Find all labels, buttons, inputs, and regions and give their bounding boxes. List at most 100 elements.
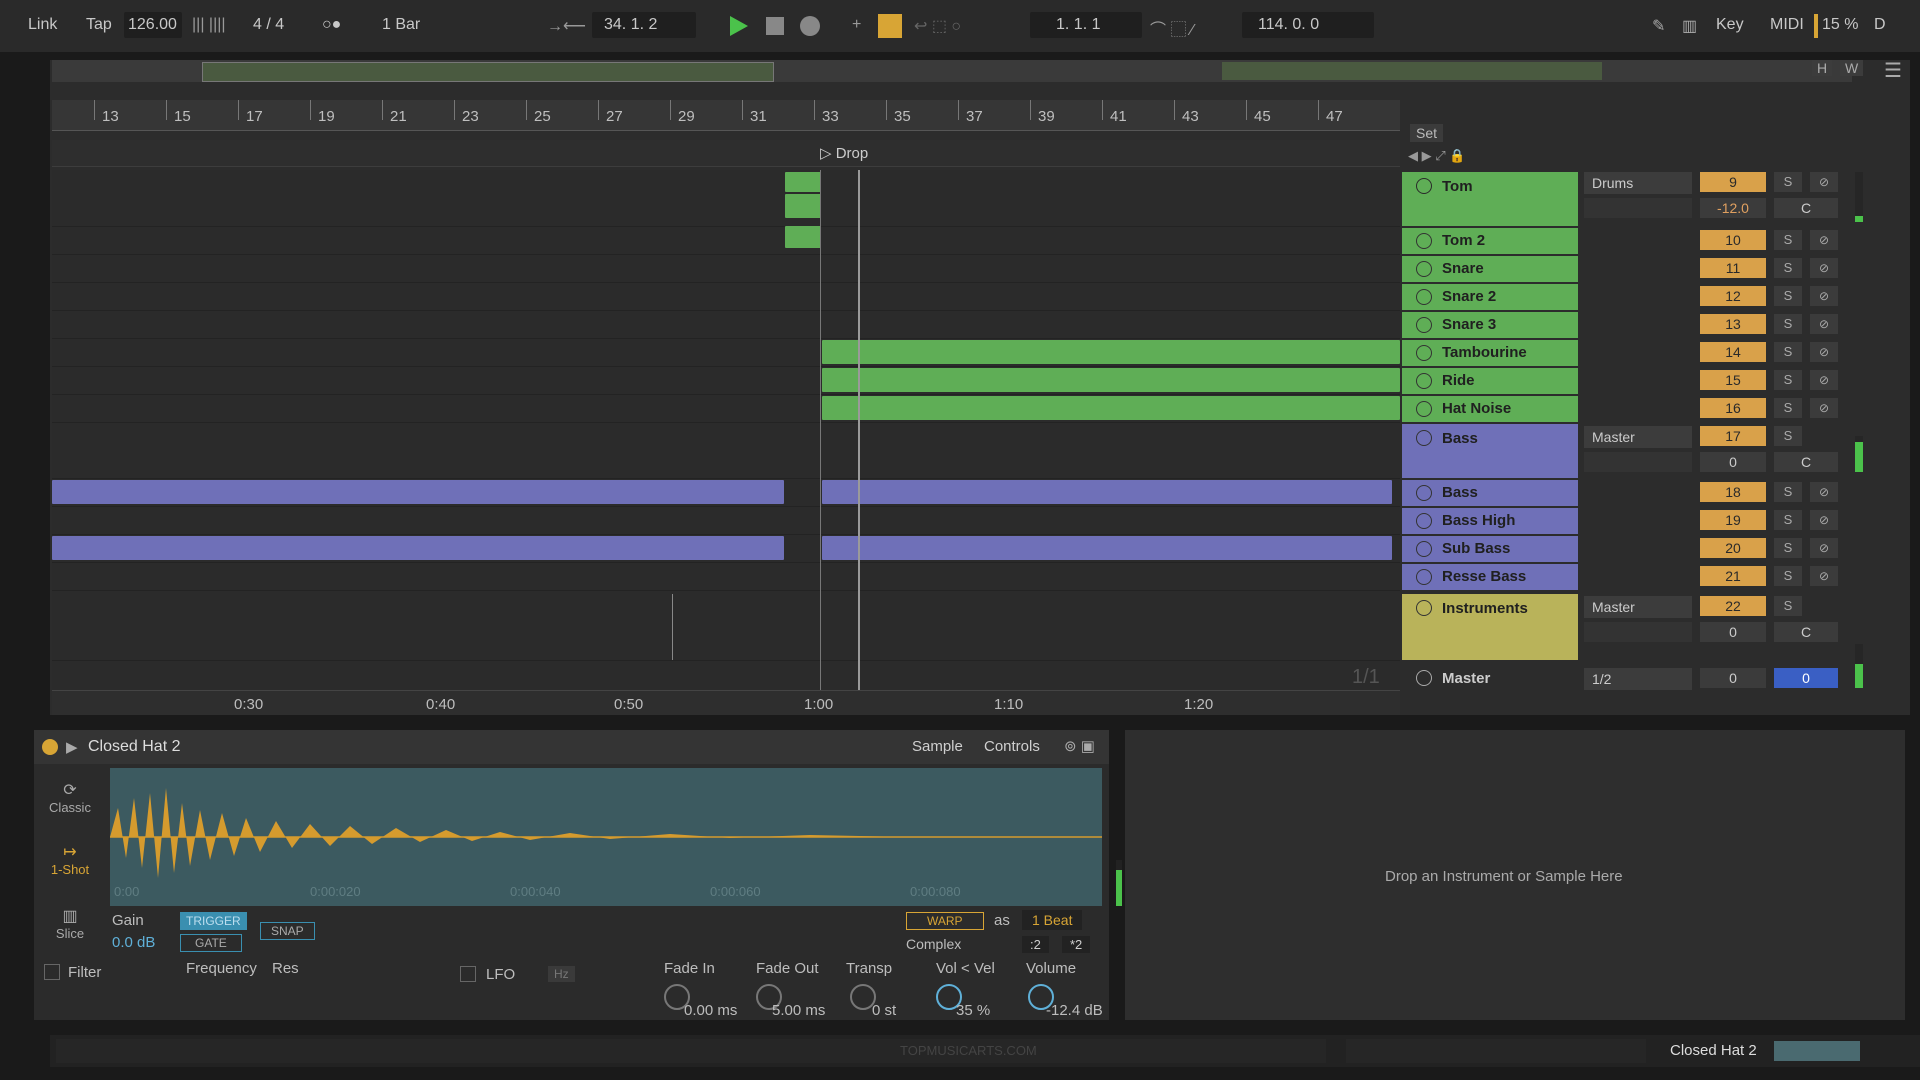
track-number[interactable]: 17 [1700, 426, 1766, 446]
track-header[interactable]: Tom [1402, 172, 1578, 226]
warp-length-field[interactable]: 1 Beat [1022, 910, 1083, 930]
loop-length-field[interactable]: 114. 0. 0 [1258, 16, 1319, 34]
arrangement-overview[interactable] [52, 60, 1852, 82]
pan-field[interactable]: C [1774, 452, 1838, 472]
overdub-icon[interactable]: + [852, 16, 861, 34]
preview-icon[interactable]: ▶ [66, 738, 78, 756]
arm-icon[interactable]: ⊘ [1810, 230, 1838, 250]
midi-map-button[interactable]: MIDI [1770, 16, 1804, 34]
sample-waveform[interactable]: 0:00 0:00:020 0:00:040 0:00:060 0:00:080 [110, 768, 1102, 906]
clip[interactable] [52, 536, 784, 560]
track-number[interactable]: 14 [1700, 342, 1766, 362]
solo-button[interactable]: S [1774, 286, 1802, 306]
tap-button[interactable]: Tap [86, 16, 112, 34]
drop-locator[interactable]: ▷ Drop [820, 144, 868, 162]
track-number[interactable]: 13 [1700, 314, 1766, 334]
volume-field[interactable]: 0 [1700, 622, 1766, 642]
loop-start-field[interactable]: 1. 1. 1 [1056, 16, 1100, 34]
settings-icon[interactable]: ⊚ ▣ [1064, 737, 1095, 755]
volume-field[interactable]: -12.0 [1700, 198, 1766, 218]
volume-field[interactable]: 0 [1700, 668, 1766, 688]
arm-icon[interactable]: ⊘ [1810, 482, 1838, 502]
trigger-button[interactable]: TRIGGER [180, 912, 247, 930]
track-header[interactable]: Hat Noise [1402, 396, 1578, 422]
volume-field[interactable]: 0 [1700, 452, 1766, 472]
clip[interactable] [822, 480, 1392, 504]
back-to-arrangement-icon[interactable]: ↩ ⬚ ○ [914, 16, 961, 36]
track-header[interactable]: Sub Bass [1402, 536, 1578, 562]
play-icon[interactable] [1416, 345, 1432, 361]
solo-button[interactable]: S [1774, 258, 1802, 278]
tab-controls[interactable]: Controls [984, 738, 1040, 755]
routing-dropdown[interactable]: Master [1584, 426, 1692, 448]
follow-icon[interactable]: →⟵ [547, 16, 586, 36]
automation-arm-icon[interactable] [878, 14, 902, 38]
filter-toggle[interactable] [44, 964, 60, 980]
lfo-toggle[interactable] [460, 966, 476, 982]
track-number[interactable]: 19 [1700, 510, 1766, 530]
track-header[interactable]: Tom 2 [1402, 228, 1578, 254]
arm-icon[interactable]: ⊘ [1810, 510, 1838, 530]
solo-button[interactable]: S [1774, 172, 1802, 192]
double-button[interactable]: *2 [1062, 936, 1091, 953]
play-icon[interactable] [1416, 513, 1432, 529]
track-number[interactable]: 18 [1700, 482, 1766, 502]
draw-mode-icon[interactable]: ✎ [1652, 16, 1665, 36]
play-icon[interactable] [1416, 485, 1432, 501]
track-header[interactable]: Ride [1402, 368, 1578, 394]
track-number[interactable]: 12 [1700, 286, 1766, 306]
song-position-field[interactable]: 34. 1. 2 [604, 16, 657, 34]
play-icon[interactable] [1416, 541, 1432, 557]
pan-field[interactable]: C [1774, 622, 1838, 642]
tab-sample[interactable]: Sample [912, 738, 963, 755]
arm-icon[interactable]: ⊘ [1810, 286, 1838, 306]
clip[interactable] [822, 536, 1392, 560]
keyboard-icon[interactable]: ▥ [1682, 16, 1697, 36]
punch-icons[interactable]: ⌒ ⬚ ∕ [1150, 16, 1194, 40]
play-icon[interactable] [1416, 373, 1432, 389]
solo-button[interactable]: S [1774, 398, 1802, 418]
clip[interactable] [52, 480, 784, 504]
track-header[interactable]: Tambourine [1402, 340, 1578, 366]
key-map-button[interactable]: Key [1716, 16, 1744, 34]
arm-icon[interactable]: ⊘ [1810, 172, 1838, 192]
fold-icon[interactable] [1416, 600, 1432, 616]
menu-icon[interactable]: ☰ [1884, 58, 1902, 83]
play-icon[interactable] [1416, 261, 1432, 277]
routing-dropdown[interactable]: Master [1584, 596, 1692, 618]
track-number[interactable]: 11 [1700, 258, 1766, 278]
arm-icon[interactable]: ⊘ [1810, 342, 1838, 362]
playhead[interactable] [858, 170, 860, 690]
arm-icon[interactable]: ⊘ [1810, 370, 1838, 390]
solo-button[interactable]: S [1774, 426, 1802, 446]
track-number[interactable]: 10 [1700, 230, 1766, 250]
arm-icon[interactable]: ⊘ [1810, 258, 1838, 278]
play-icon[interactable] [1416, 670, 1432, 686]
tempo-field[interactable]: 126.00 [128, 16, 177, 34]
mode-classic[interactable]: ⟳ Classic [40, 780, 100, 815]
track-header[interactable]: Master [1402, 664, 1578, 692]
master-value-field[interactable]: 0 [1774, 668, 1838, 688]
track-header[interactable]: Bass [1402, 480, 1578, 506]
fold-icon[interactable] [1416, 430, 1432, 446]
track-number[interactable]: 22 [1700, 596, 1766, 616]
nudge-icon[interactable]: ||| |||| [192, 16, 226, 34]
track-number[interactable]: 16 [1700, 398, 1766, 418]
routing-dropdown[interactable]: 1/2 [1584, 668, 1692, 690]
solo-button[interactable]: S [1774, 230, 1802, 250]
arm-icon[interactable]: ⊘ [1810, 538, 1838, 558]
solo-button[interactable]: S [1774, 370, 1802, 390]
overview-w-button[interactable]: W [1840, 60, 1864, 76]
stop-icon[interactable] [766, 17, 784, 35]
play-icon[interactable] [1416, 401, 1432, 417]
fold-icon[interactable] [1416, 178, 1432, 194]
warp-mode-dropdown[interactable]: Complex [906, 936, 961, 952]
device-drop-zone[interactable]: Drop an Instrument or Sample Here [1125, 730, 1905, 1020]
locator-nav-icons[interactable]: ◀ ▶ ⤢ 🔒 [1408, 148, 1465, 164]
half-button[interactable]: :2 [1022, 936, 1049, 953]
locator-bar[interactable]: ▷ Drop [52, 140, 1400, 167]
clip[interactable] [785, 194, 821, 218]
clip[interactable] [822, 340, 1400, 364]
lfo-hz-button[interactable]: Hz [548, 966, 575, 982]
track-header[interactable]: Bass [1402, 424, 1578, 478]
